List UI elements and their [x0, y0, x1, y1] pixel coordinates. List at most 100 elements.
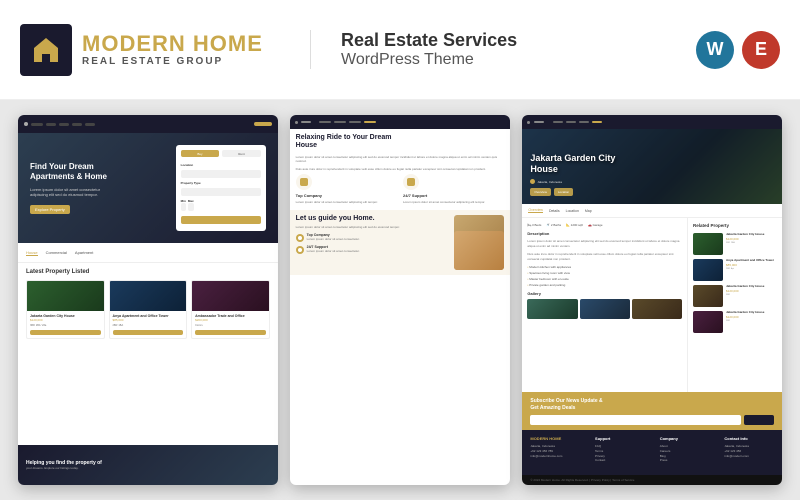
tab-commercial[interactable]: Commercial: [46, 250, 67, 255]
header-badges: W E: [696, 31, 780, 69]
wordpress-badge: W: [696, 31, 734, 69]
mid-feature-cols: Top Company Lorem ipsum dolor sit amet c…: [296, 174, 505, 205]
mid-screenshot: Relaxing Ride to Your DreamHouse Lorem i…: [290, 115, 511, 485]
mid-relaxing-section: Relaxing Ride to Your DreamHouse Lorem i…: [290, 129, 511, 210]
footer-company-link-4[interactable]: Press: [660, 458, 710, 463]
mid-nav-link-2[interactable]: [334, 121, 346, 123]
guide-items: Top Company Lorem ipsum dolor sit amet c…: [296, 233, 450, 254]
mid-col-title-1: Top Company: [296, 193, 397, 198]
listing-info-1: Jakarta Garden City House $120,000 3BR 2…: [27, 311, 104, 338]
left-listings: Latest Property Listed Jakarta Garden Ci…: [18, 263, 278, 445]
guide-title: Let us guide you Home.: [296, 215, 450, 222]
prop-stat-beds: 🛏 3 Beds: [527, 223, 541, 227]
prop-tab-map[interactable]: Map: [585, 209, 592, 213]
prop-nav-logo: [534, 121, 544, 123]
related-info-4: Jakarta Garden City House $120,000 3BR: [726, 311, 777, 322]
prop-loc-icon: [530, 179, 535, 184]
related-tags-1: 3BR 2BA: [726, 242, 777, 244]
footer-contact-title: Contact Info: [724, 436, 774, 441]
prop-nav: [522, 115, 782, 129]
related-info-1: Jakarta Garden City House $120,000 3BR 2…: [726, 233, 777, 244]
guide-dot-2: [296, 246, 304, 254]
related-item-3: Jakarta Garden City House $120,000 3BR: [693, 285, 777, 307]
gallery-item-3: [632, 299, 682, 319]
mid-nav-cta[interactable]: [364, 121, 376, 123]
subscribe-input[interactable]: [530, 415, 741, 425]
prop-hero-btn-1[interactable]: Overview: [530, 188, 551, 196]
related-tags-2: 2BR Apt: [726, 268, 777, 270]
prop-hero-btn-2[interactable]: Location: [554, 188, 573, 196]
prop-body: 🛏 3 Beds 🚿 2 Baths 📐 1200 sqft 🚗 Garage …: [522, 218, 782, 392]
mid-nav-link-3[interactable]: [349, 121, 361, 123]
footer-contact-email: info@modern.com: [724, 454, 774, 459]
hero-desc: Lorem ipsum dolor sit amet consecteturad…: [30, 187, 168, 198]
mid-col-2: 24/7 Support Lorem ipsum dolor sit amet …: [403, 174, 504, 205]
subscribe-row: [530, 415, 774, 425]
prop-gallery-title: Gallery: [527, 291, 682, 296]
logo-main: MODERN HOME: [82, 32, 263, 56]
hero-search-form: Buy Rent Location Property Type Min: [176, 145, 266, 231]
header: MODERN HOME REAL ESTATE GROUP Real Estat…: [0, 0, 800, 100]
prop-nav-link-1[interactable]: [553, 121, 563, 123]
guide-item-1: Top Company Lorem ipsum dolor sit amet c…: [296, 233, 450, 242]
hero-cta-btn[interactable]: Explore Property: [30, 205, 70, 214]
prop-feature-2: Spacious living room with view: [527, 271, 682, 275]
form-location-input[interactable]: [181, 170, 261, 178]
prop-nav-link-3[interactable]: [579, 121, 589, 123]
prop-tab-details[interactable]: Details: [549, 209, 560, 213]
prop-nav-link-2[interactable]: [566, 121, 576, 123]
guide-dot-1: [296, 234, 304, 242]
tab-apartment[interactable]: Apartment: [75, 250, 93, 255]
related-info-2: Anya Apartment and Office Tower $85,000 …: [726, 259, 777, 270]
guide-text: Let us guide you Home. Lorem ipsum dolor…: [296, 215, 450, 270]
form-type-input[interactable]: [181, 188, 261, 196]
listing-tags-1: 3BR 2BA Villa: [30, 324, 101, 327]
listings-title: Latest Property Listed: [26, 269, 270, 275]
hero-title: Find Your DreamApartments & Home: [30, 162, 168, 183]
logo-text-block: MODERN HOME REAL ESTATE GROUP: [82, 32, 263, 67]
nav-line-1: [31, 123, 43, 126]
listing-btn-1[interactable]: [30, 330, 101, 335]
related-price-4: $120,000: [726, 315, 777, 319]
prop-tab-location[interactable]: Location: [566, 209, 579, 213]
listing-btn-2[interactable]: [113, 330, 184, 335]
prop-tab-overview[interactable]: Overview: [528, 208, 543, 213]
prop-hero: Jakarta Garden CityHouse Jakarta, Indone…: [522, 129, 782, 204]
header-title: Real Estate Services: [341, 30, 517, 51]
related-img-3: [693, 285, 723, 307]
left-tabs: House Commercial Apartment: [18, 243, 278, 263]
subscribe-btn[interactable]: [744, 415, 774, 425]
tab-house[interactable]: House: [26, 250, 38, 256]
prop-stats: 🛏 3 Beds 🚿 2 Baths 📐 1200 sqft 🚗 Garage: [527, 223, 682, 227]
related-price-3: $120,000: [726, 289, 777, 293]
guide-image: [454, 215, 504, 270]
related-img-2: [693, 259, 723, 281]
form-tab-buy[interactable]: Buy: [197, 152, 202, 156]
nav-line-3: [59, 123, 69, 126]
mid-banner-desc: your dreams. Explore our listings today.: [26, 466, 102, 470]
gallery-grid: [527, 299, 682, 319]
related-list: Jakarta Garden City House $120,000 3BR 2…: [693, 233, 777, 333]
logo-sub: REAL ESTATE GROUP: [82, 56, 263, 67]
form-min-input[interactable]: [181, 203, 186, 211]
prop-feature-3: Master bedroom with en-suite: [527, 277, 682, 281]
footer-support-link-4[interactable]: Contact: [595, 458, 645, 463]
header-text: Real Estate Services WordPress Theme: [310, 30, 517, 69]
prop-location: Jakarta, Indonesia: [537, 180, 562, 184]
guide-item-2: 24/7 Support Lorem ipsum dolor sit amet …: [296, 245, 450, 254]
mid-nav-link-1[interactable]: [319, 121, 331, 123]
listing-btn-3[interactable]: [195, 330, 266, 335]
left-mid-banner: Helping you find the property of your dr…: [18, 445, 278, 485]
prop-nav-cta[interactable]: [592, 121, 602, 123]
mid-col-1: Top Company Lorem ipsum dolor sit amet c…: [296, 174, 397, 205]
form-search-btn[interactable]: [181, 216, 261, 224]
nav-logo-dot: [24, 122, 28, 126]
form-max-input[interactable]: [188, 203, 194, 211]
listing-price-1: $120,000: [30, 318, 101, 322]
left-hero: Find Your DreamApartments & Home Lorem i…: [18, 133, 278, 243]
listing-card-1: Jakarta Garden City House $120,000 3BR 2…: [26, 280, 105, 339]
form-tab-rent[interactable]: Rent: [238, 152, 244, 156]
guide-img-inner: [454, 231, 504, 270]
related-item-1: Jakarta Garden City House $120,000 3BR 2…: [693, 233, 777, 255]
related-title: Related Property: [693, 223, 777, 228]
